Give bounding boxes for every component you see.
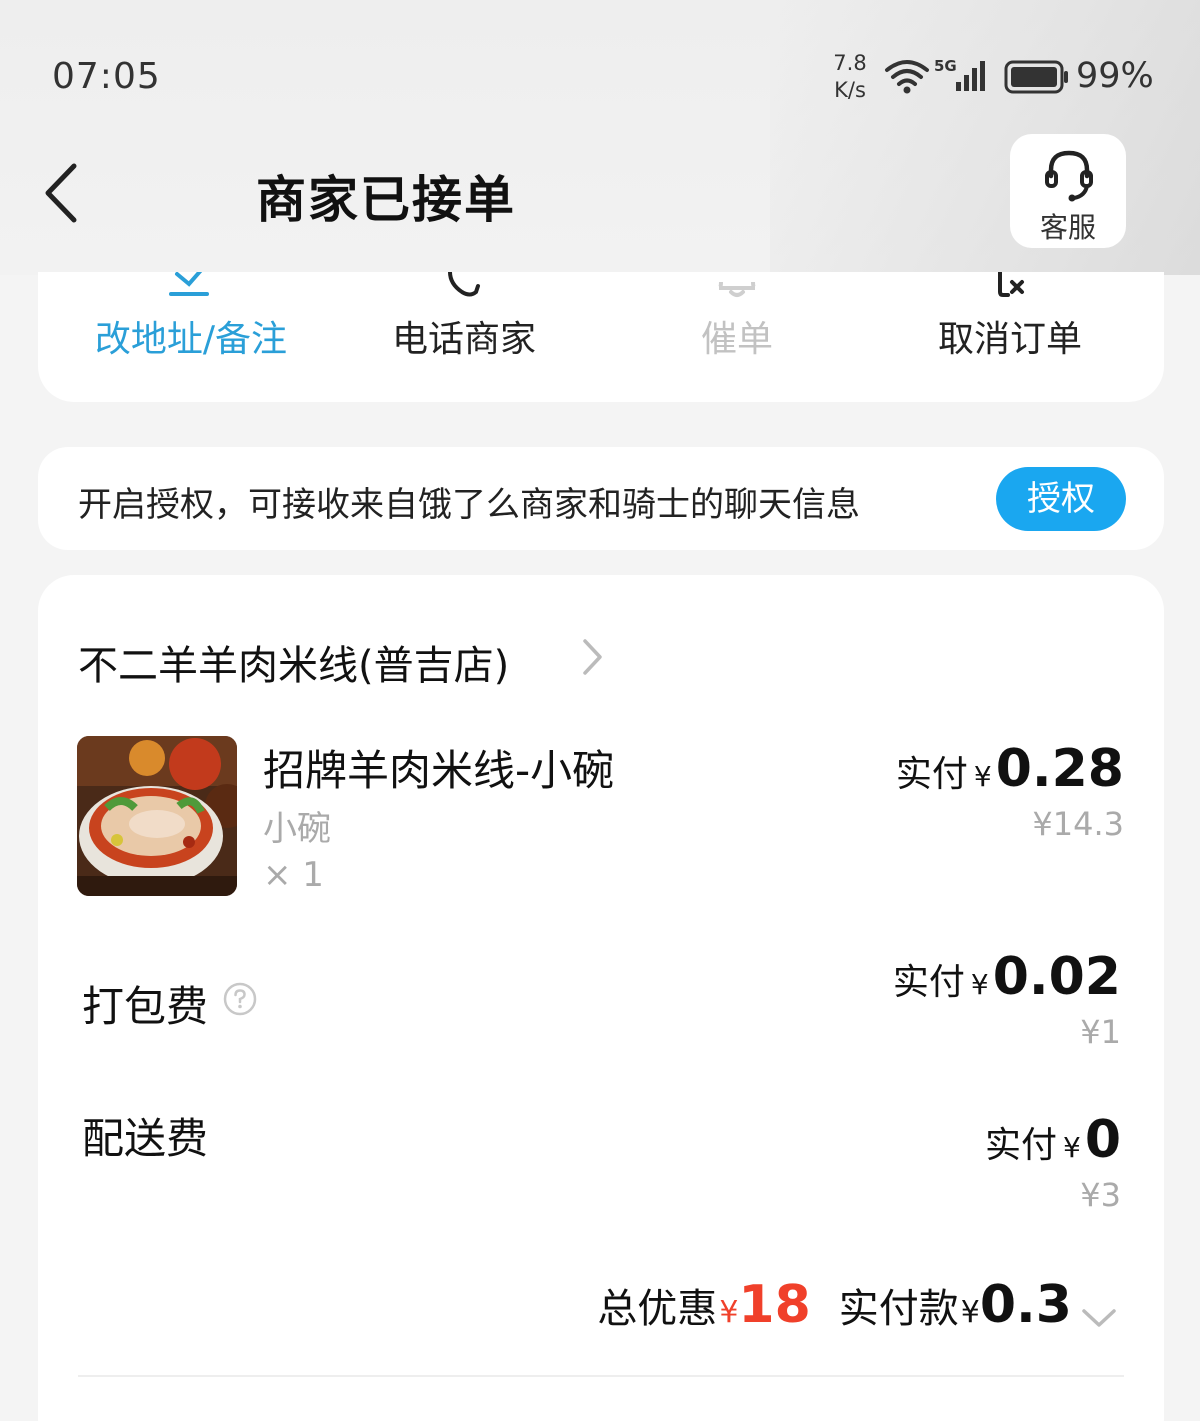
total-discount-label: 总优惠	[597, 1286, 718, 1332]
packing-fee-label: 打包费	[82, 982, 209, 1031]
amount-paid-value: 0.3	[979, 1275, 1072, 1335]
item-original-price: ¥14.3	[1032, 805, 1124, 843]
chevron-left-icon	[45, 163, 77, 223]
item-thumbnail[interactable]	[77, 736, 237, 896]
chat-authorization-banner: 开启授权，可接收来自饿了么商家和骑士的聊天信息 授权	[38, 447, 1164, 550]
call-merchant-label: 电话商家	[391, 319, 536, 360]
chevron-down-icon[interactable]	[1080, 1306, 1118, 1330]
battery-icon	[1004, 60, 1068, 94]
item-price: 实付 ¥0.28 ¥14.3	[896, 739, 1124, 843]
urge-order-label: 催单	[700, 319, 773, 360]
packing-pay-amount: 0.02	[992, 947, 1121, 1007]
back-button[interactable]	[38, 160, 88, 226]
customer-service-button[interactable]: 客服	[1010, 134, 1126, 248]
headset-icon	[1045, 150, 1093, 202]
packing-original-price: ¥1	[1080, 1013, 1121, 1051]
item-pay-amount: 0.28	[995, 739, 1124, 799]
chevron-right-icon[interactable]	[580, 637, 606, 677]
item-pay-label: 实付	[895, 754, 968, 795]
delivery-pay-label: 实付	[984, 1125, 1057, 1166]
network-type-label: 5G	[934, 57, 957, 75]
phone-icon	[448, 272, 480, 297]
authorize-button[interactable]: 授权	[996, 467, 1126, 531]
cellular-signal-icon: 5G	[934, 56, 994, 100]
change-address-label: 改地址/备注	[94, 319, 288, 360]
network-speed-value: 7.8	[833, 51, 867, 75]
order-detail-card: 不二羊羊肉米线(普吉店) 招牌羊肉米线-小碗 小碗 × 1 实付 ¥0.28 ¥1…	[38, 575, 1164, 1421]
page-title: 商家已接单	[256, 171, 516, 229]
packing-fee-price: 实付 ¥0.02 ¥1	[893, 947, 1121, 1051]
packing-currency: ¥	[970, 968, 989, 1001]
amount-paid-currency: ¥	[960, 1295, 980, 1330]
cancel-icon	[998, 272, 1024, 297]
amount-paid-label: 实付款	[838, 1286, 959, 1332]
network-speed-unit: K/s	[834, 78, 866, 102]
urge-order-button[interactable]: 催单	[597, 272, 877, 372]
shop-name[interactable]: 不二羊羊肉米线(普吉店)	[78, 633, 509, 691]
call-merchant-button[interactable]: 电话商家	[324, 272, 604, 372]
bell-icon	[718, 281, 756, 297]
delivery-fee-label: 配送费	[82, 1114, 209, 1163]
customer-service-label: 客服	[1039, 211, 1096, 244]
edit-icon	[169, 272, 209, 296]
noodle-bowl-image	[77, 736, 237, 896]
order-actions-card: 改地址/备注 电话商家 催单 取消订单	[38, 272, 1164, 402]
packing-pay-label: 实付	[892, 962, 965, 1003]
status-time: 07:05	[52, 56, 161, 97]
divider	[78, 1375, 1124, 1377]
battery-percent: 99%	[1076, 56, 1154, 96]
total-discount-amount: 18	[738, 1275, 811, 1335]
delivery-original-price: ¥3	[1080, 1176, 1121, 1214]
item-name[interactable]: 招牌羊肉米线-小碗	[263, 737, 614, 798]
cancel-order-button[interactable]: 取消订单	[870, 272, 1150, 372]
total-discount-currency: ¥	[719, 1295, 739, 1330]
delivery-pay-amount: 0	[1084, 1110, 1121, 1170]
payment-summary[interactable]: 总优惠¥18 实付款¥0.3	[597, 1275, 1118, 1335]
item-currency: ¥	[973, 760, 992, 793]
authorization-message: 开启授权，可接收来自饿了么商家和骑士的聊天信息	[78, 485, 860, 525]
item-quantity: × 1	[263, 855, 324, 895]
delivery-currency: ¥	[1062, 1131, 1081, 1164]
cancel-order-label: 取消订单	[937, 319, 1082, 360]
wifi-icon	[885, 60, 929, 94]
item-spec: 小碗	[263, 809, 331, 849]
network-speed: 7.8 K/s	[826, 50, 874, 104]
help-icon[interactable]	[222, 981, 258, 1017]
change-address-button[interactable]: 改地址/备注	[51, 272, 331, 372]
delivery-fee-price: 实付 ¥0 ¥3	[985, 1110, 1121, 1214]
